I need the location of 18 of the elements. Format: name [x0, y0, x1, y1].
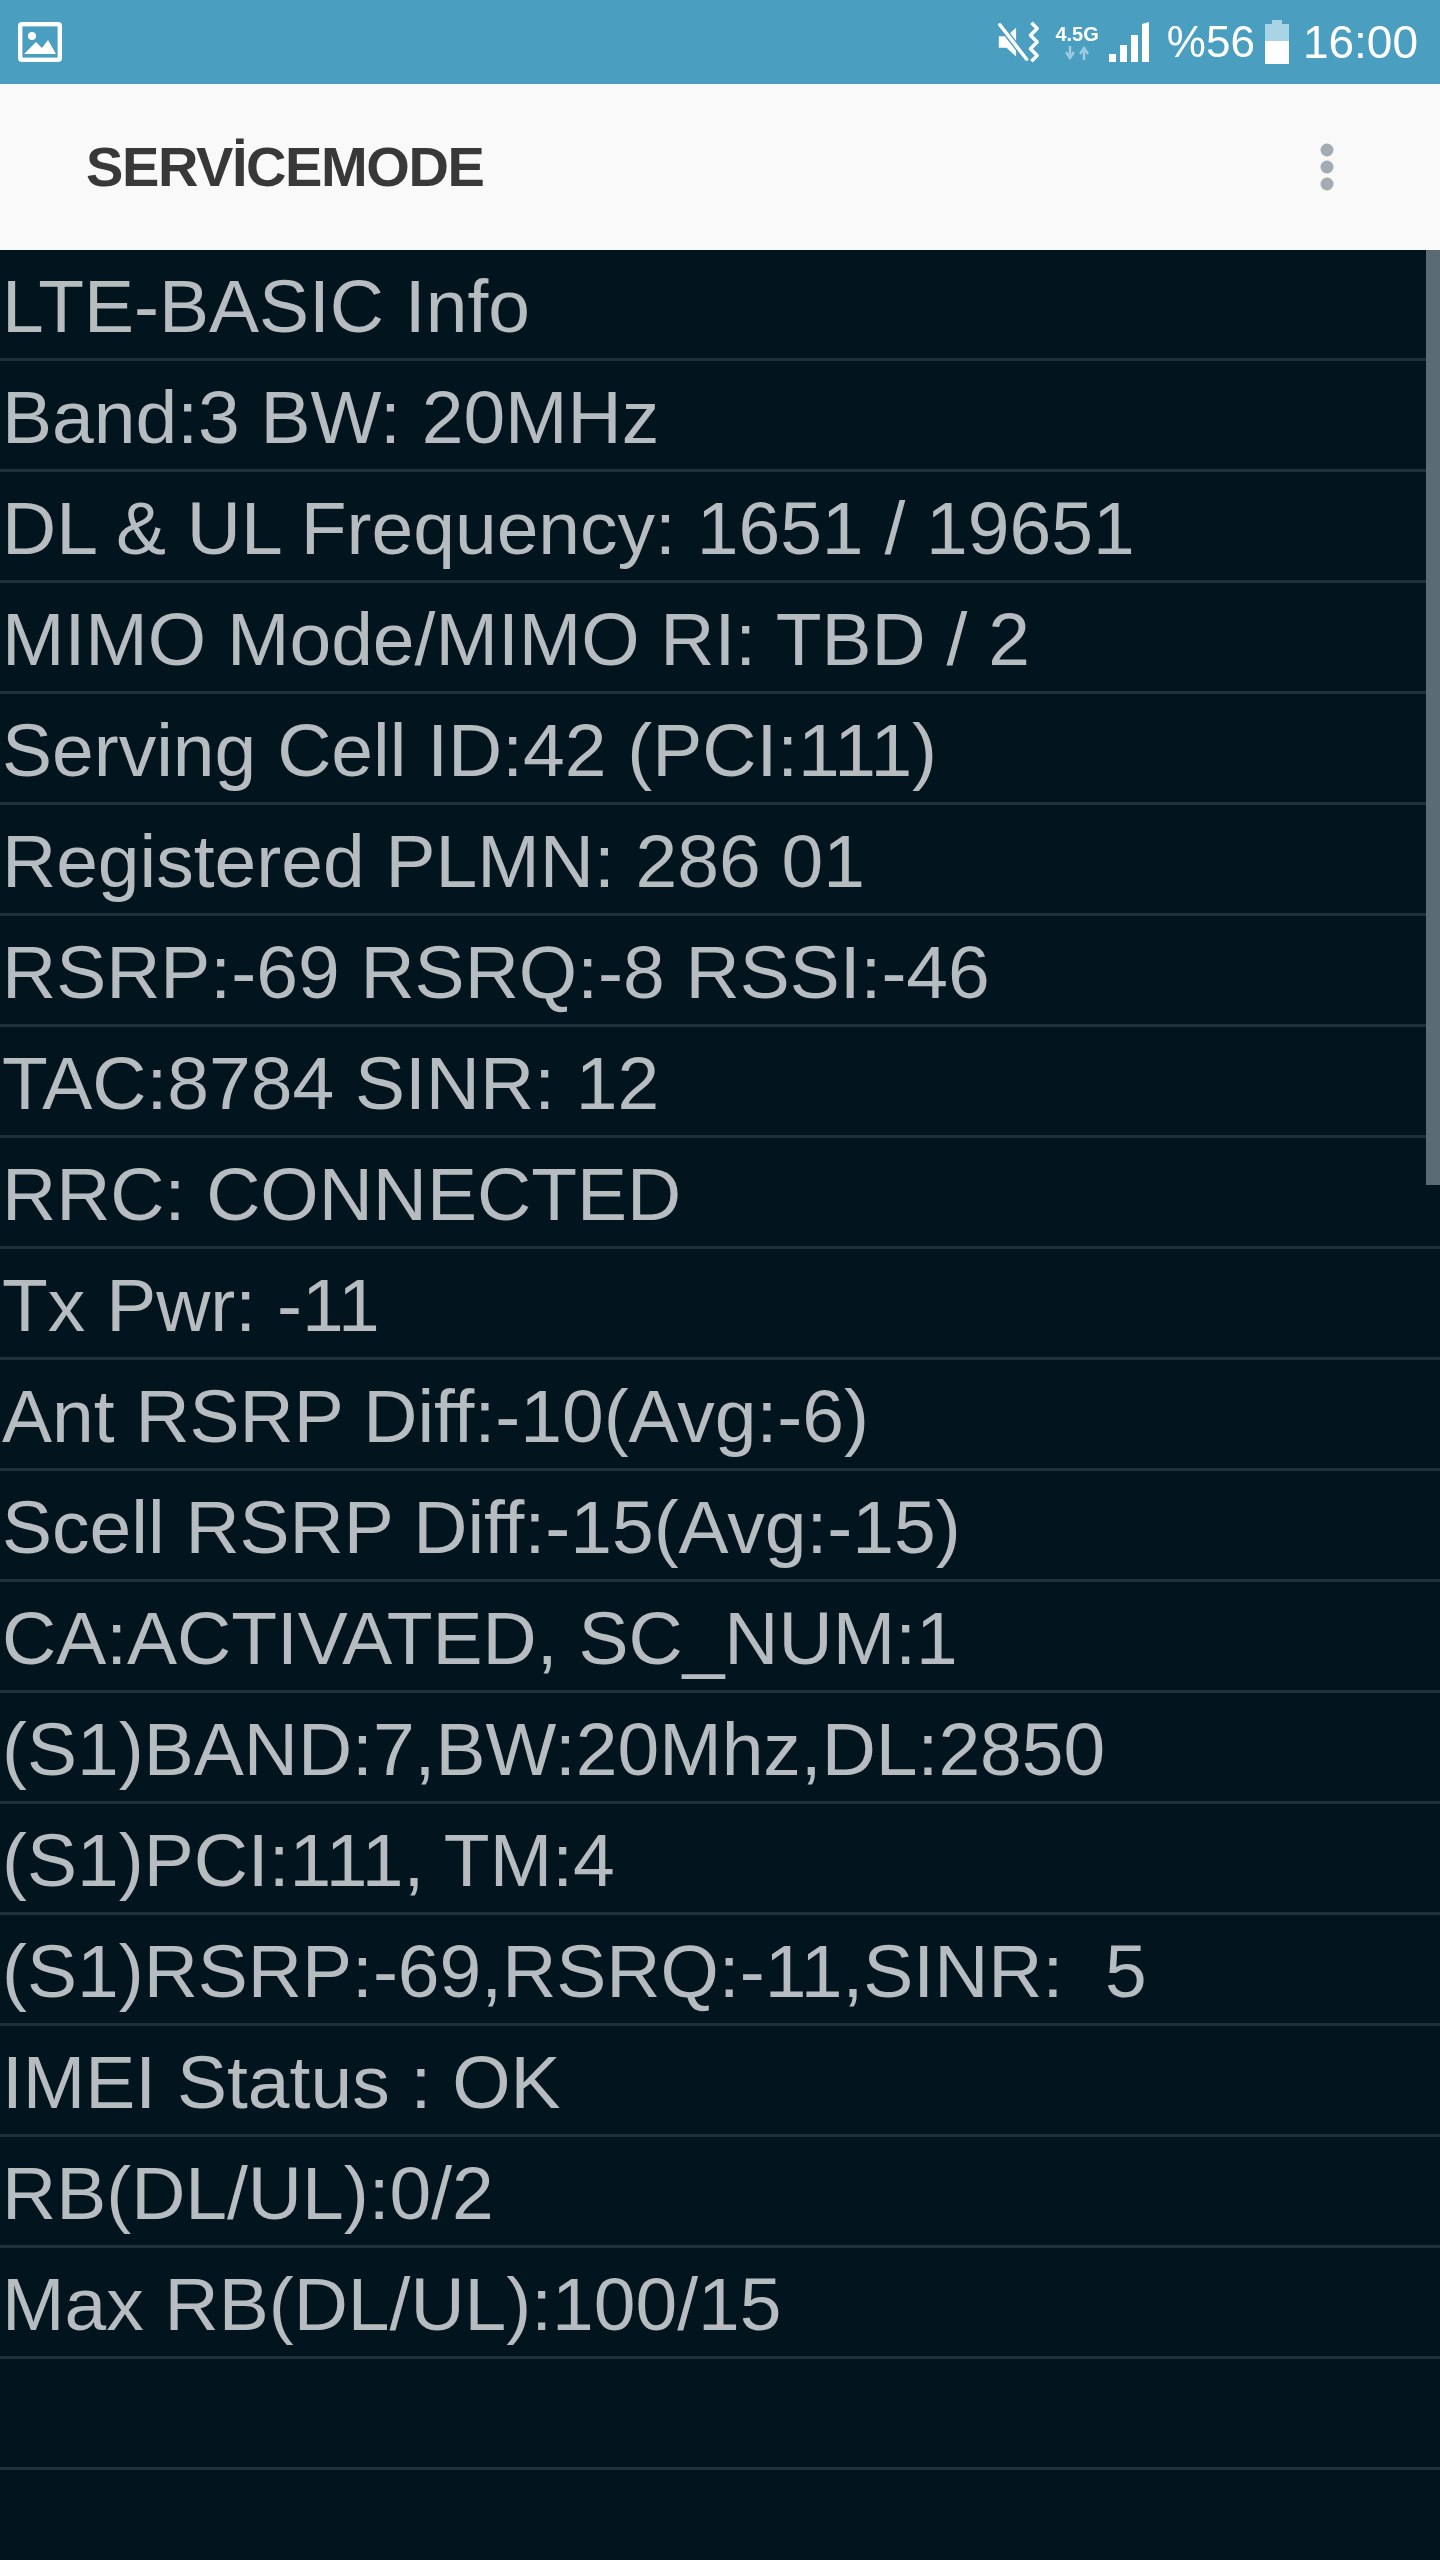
battery-icon	[1264, 20, 1289, 64]
info-line: TAC:8784 SINR: 12	[2, 1045, 660, 1121]
info-line: Band:3 BW: 20MHz	[2, 379, 660, 455]
signal-icon	[1108, 22, 1151, 62]
data-arrows-icon	[1064, 46, 1091, 60]
image-icon	[18, 22, 62, 62]
info-line: RRC: CONNECTED	[2, 1156, 682, 1232]
scrollbar[interactable]	[1426, 250, 1440, 1185]
info-line: IMEI Status : OK	[2, 2044, 561, 2120]
info-line: MIMO Mode/MIMO RI: TBD / 2	[2, 601, 1030, 677]
time: 16:00	[1302, 19, 1418, 65]
info-line: LTE-BASIC Info	[2, 268, 530, 344]
muted-vibrate-icon	[995, 19, 1042, 65]
network-type: 4.5G	[1055, 24, 1099, 44]
battery-percent: %56	[1166, 20, 1255, 64]
app-title: SERVİCEMODE	[86, 139, 484, 195]
info-line: Tx Pwr: -11	[2, 1267, 380, 1343]
more-options-icon[interactable]	[1320, 143, 1334, 191]
